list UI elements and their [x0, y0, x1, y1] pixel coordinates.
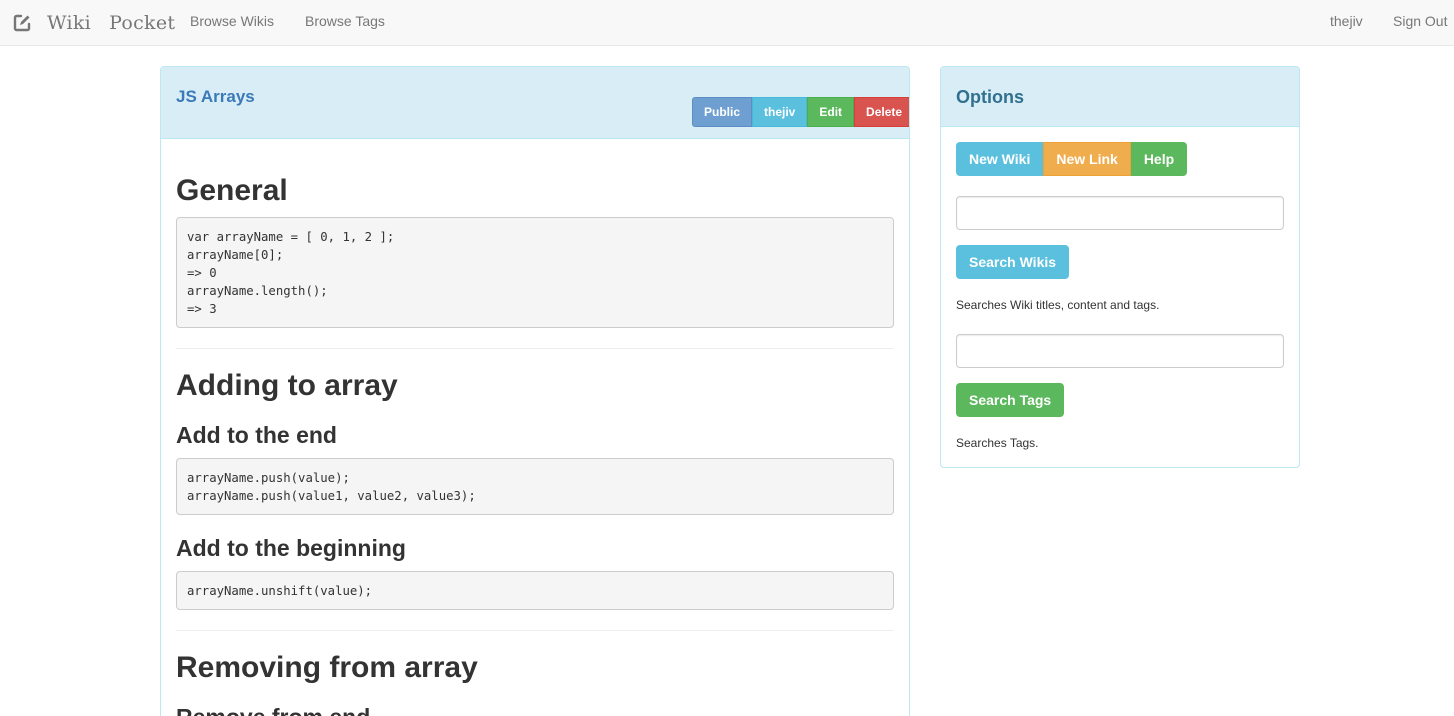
help-button[interactable]: Help — [1130, 142, 1188, 176]
wiki-panel: JS Arrays Public thejiv Edit Delete Gene… — [160, 66, 910, 716]
heading-adding: Adding to array — [176, 369, 398, 402]
options-title: Options — [956, 87, 1024, 107]
heading-remove-end: Remove from end — [176, 704, 370, 716]
new-wiki-button[interactable]: New Wiki — [956, 142, 1044, 176]
options-panel-heading: Options — [941, 67, 1299, 127]
public-button[interactable]: Public — [692, 97, 753, 127]
nav-browse-wikis[interactable]: Browse Wikis — [190, 0, 274, 46]
brand-word-pocket: Pocket — [109, 12, 176, 34]
nav-browse-tags[interactable]: Browse Tags — [305, 0, 385, 46]
brand-word-wiki: Wiki — [47, 12, 92, 34]
nav-sign-out[interactable]: Sign Out — [1393, 0, 1447, 46]
options-panel: Options New Wiki New Link Help Search Wi… — [940, 66, 1300, 468]
new-link-button[interactable]: New Link — [1043, 142, 1131, 176]
heading-removing: Removing from array — [176, 651, 478, 684]
delete-button[interactable]: Delete — [854, 97, 909, 127]
brand-link[interactable]: Wiki Pocket — [12, 0, 175, 46]
code-block-add-beginning: arrayName.unshift(value); — [176, 571, 894, 610]
wiki-actions: Public thejiv Edit Delete — [692, 97, 909, 127]
tag-search-input[interactable] — [956, 334, 1284, 368]
heading-add-end: Add to the end — [176, 422, 337, 448]
search-tags-button[interactable]: Search Tags — [956, 383, 1065, 417]
wiki-title: JS Arrays — [176, 87, 255, 106]
wiki-search-help: Searches Wiki titles, content and tags. — [956, 298, 1160, 312]
heading-general: General — [176, 174, 288, 207]
options-actions: New Wiki New Link Help — [956, 142, 1188, 176]
edit-icon — [12, 13, 32, 33]
nav-user[interactable]: thejiv — [1330, 0, 1363, 46]
owner-button[interactable]: thejiv — [752, 97, 808, 127]
wiki-search-input[interactable] — [956, 196, 1284, 230]
top-navbar: Wiki Pocket Browse Wikis Browse Tags the… — [0, 0, 1454, 46]
heading-add-beginning: Add to the beginning — [176, 535, 406, 561]
code-block-add-end: arrayName.push(value); arrayName.push(va… — [176, 458, 894, 515]
tag-search-help: Searches Tags. — [956, 436, 1039, 450]
search-wikis-button[interactable]: Search Wikis — [956, 245, 1070, 279]
section-divider — [176, 630, 894, 631]
code-block-general: var arrayName = [ 0, 1, 2 ]; arrayName[0… — [176, 217, 894, 328]
edit-button[interactable]: Edit — [807, 97, 855, 127]
wiki-panel-heading: JS Arrays Public thejiv Edit Delete — [161, 67, 909, 139]
section-divider — [176, 348, 894, 349]
